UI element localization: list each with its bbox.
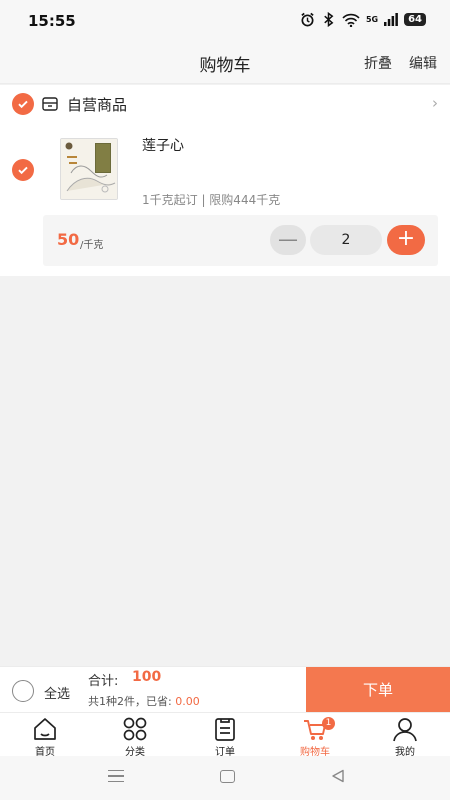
bluetooth-icon <box>324 12 334 27</box>
item-checkbox[interactable] <box>12 159 34 181</box>
quantity-value[interactable]: 2 <box>310 225 382 255</box>
back-icon[interactable] <box>331 769 345 783</box>
product-order-limit: 1千克起订 | 限购444千克 <box>142 193 281 207</box>
product-name[interactable]: 莲子心 <box>142 135 184 155</box>
total-value: 100 <box>132 669 162 685</box>
decrease-quantity-button[interactable]: — <box>270 225 306 255</box>
select-all-label[interactable]: 全选 <box>44 683 70 702</box>
product-package-graphic <box>61 139 117 199</box>
price-quantity-row: 50 /千克 — 2 + <box>43 215 438 266</box>
wifi-icon <box>342 13 360 27</box>
status-icons: 5G 64 <box>300 12 426 27</box>
summary-text: 共1种2件，已省: <box>88 695 172 708</box>
battery-indicator: 64 <box>404 13 426 26</box>
place-order-button[interactable]: 下单 <box>306 667 450 713</box>
store-name[interactable]: 自营商品 <box>67 94 127 115</box>
store-icon <box>42 97 58 111</box>
tab-profile[interactable]: 我的 <box>370 716 440 758</box>
menu-icon[interactable] <box>108 770 124 782</box>
total-label: 合计: <box>88 674 119 689</box>
tab-cart[interactable]: 1 购物车 <box>280 716 350 758</box>
edit-button[interactable]: 编辑 <box>409 53 437 73</box>
select-all-checkbox[interactable] <box>12 680 34 702</box>
home-icon <box>34 718 56 740</box>
check-icon <box>18 100 28 109</box>
status-time: 15:55 <box>28 12 76 30</box>
increase-quantity-button[interactable]: + <box>387 225 425 255</box>
cart-store-card: 自营商品 › 莲子心 1千克起订 | 限购444千克 50 /千克 — 2 + <box>0 85 450 276</box>
chevron-right-icon[interactable]: › <box>432 94 438 112</box>
home-square-icon[interactable] <box>220 770 235 783</box>
checkout-bar: 全选 合计: 100 共1种2件，已省: 0.00 下单 <box>0 666 450 713</box>
network-type: 5G <box>365 15 379 24</box>
category-icon <box>123 717 147 741</box>
bottom-tab-bar: 首页 分类 订单 1 购物车 我的 <box>0 712 450 758</box>
check-icon <box>18 166 28 175</box>
order-icon <box>215 718 235 741</box>
alarm-icon <box>301 12 314 27</box>
order-summary: 共1种2件，已省: 0.00 <box>88 693 200 709</box>
tab-category[interactable]: 分类 <box>100 716 170 758</box>
tab-orders[interactable]: 订单 <box>190 716 260 758</box>
tab-home[interactable]: 首页 <box>10 716 80 758</box>
store-checkbox[interactable] <box>12 93 34 115</box>
saved-amount: 0.00 <box>175 695 200 708</box>
product-image[interactable] <box>60 138 118 200</box>
signal-icon <box>384 13 398 26</box>
status-bar: 15:55 5G 64 <box>0 0 450 40</box>
nav-bar: 购物车 折叠 编辑 <box>0 40 450 84</box>
price-unit: /千克 <box>80 240 104 251</box>
system-navigation-bar <box>0 756 450 800</box>
profile-icon <box>393 718 417 742</box>
fold-button[interactable]: 折叠 <box>364 53 392 73</box>
product-price: 50 <box>57 230 80 249</box>
cart-badge: 1 <box>322 717 335 730</box>
